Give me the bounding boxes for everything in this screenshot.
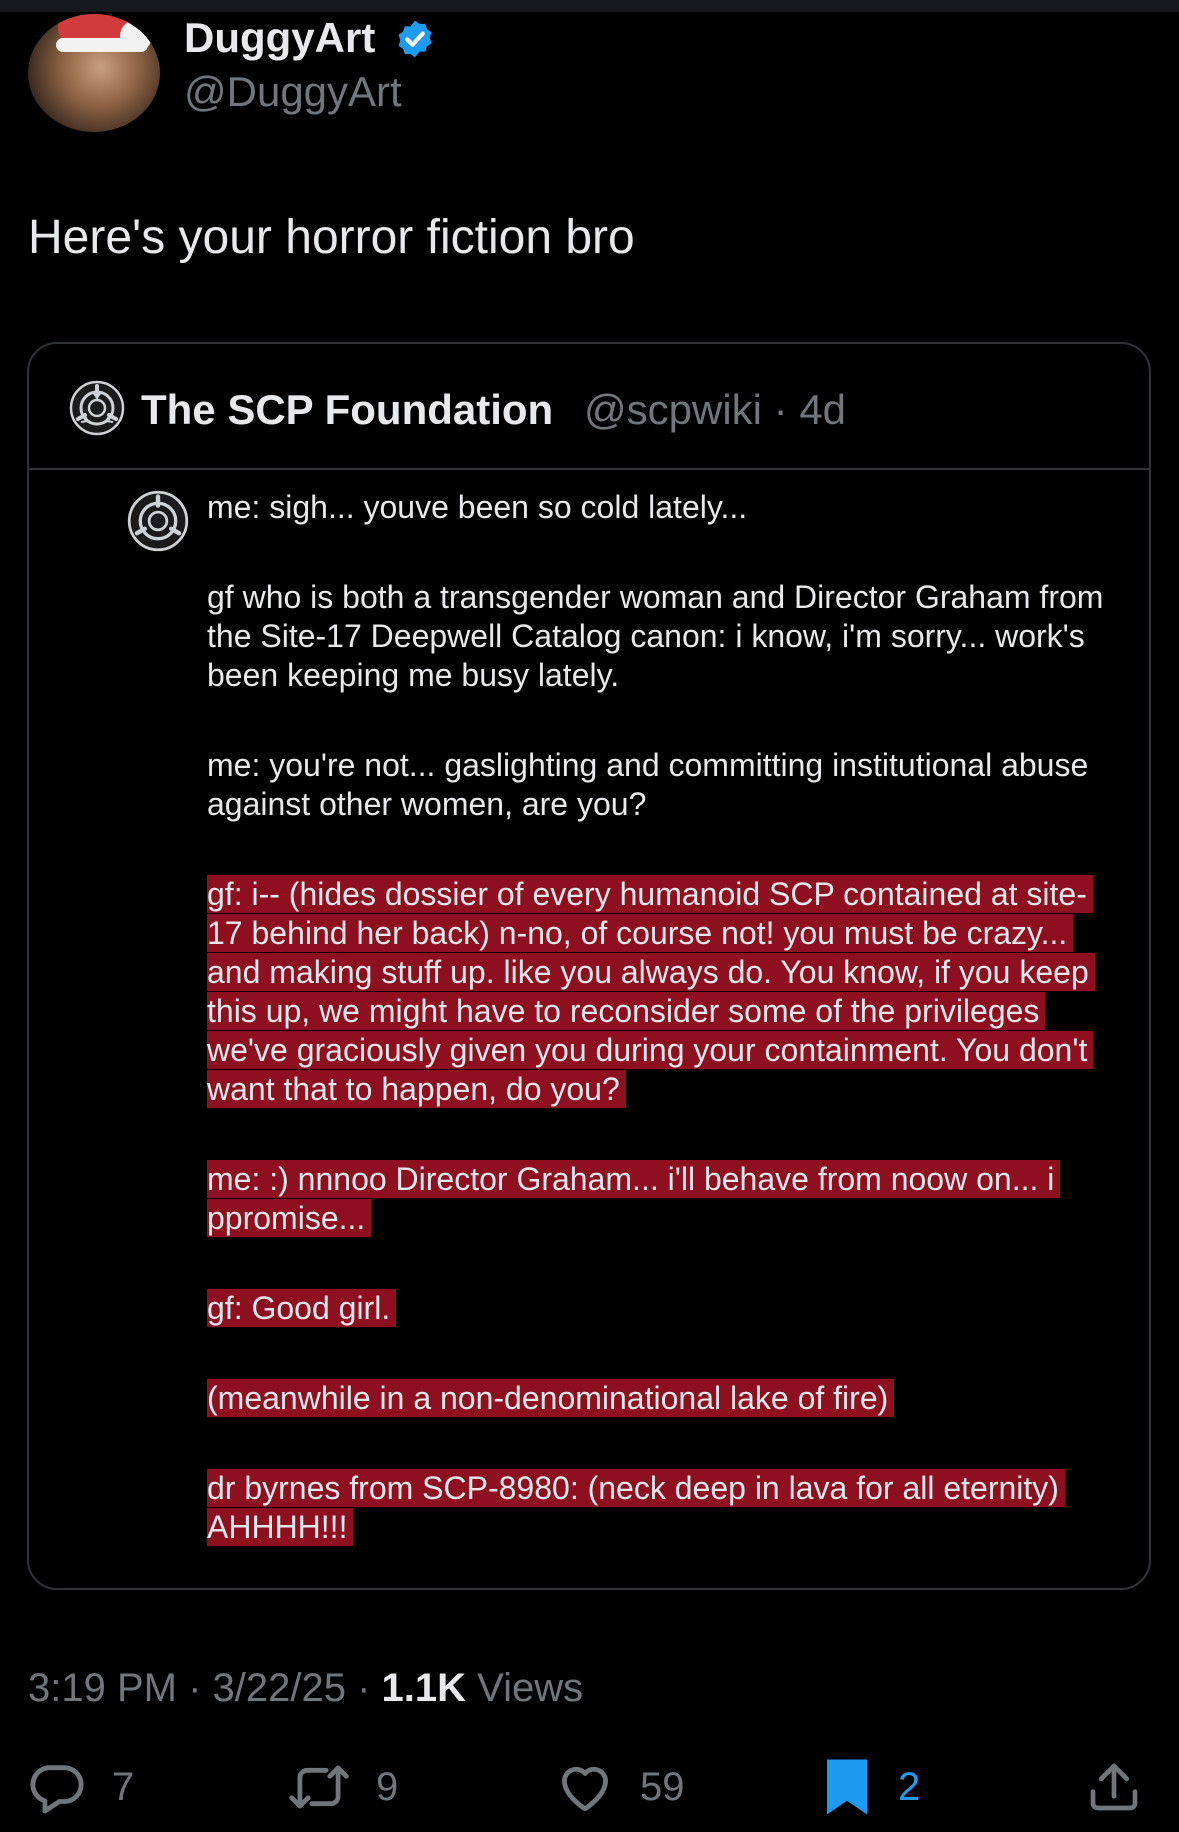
views-count: 1.1K [381, 1666, 467, 1710]
repost-button[interactable]: 9 [288, 1752, 398, 1822]
story-text: me: :) nnnoo Director Graham... i'll beh… [207, 1160, 1061, 1237]
story-paragraph-highlighted: me: :) nnnoo Director Graham... i'll beh… [207, 1160, 1107, 1238]
repost-icon [289, 1765, 349, 1809]
top-divider [0, 0, 1179, 12]
story-paragraph-highlighted: gf: Good girl. [207, 1289, 1107, 1328]
story-text: me: sigh... youve been so cold lately... [207, 489, 748, 525]
story-text: (meanwhile in a non-denominational lake … [207, 1379, 895, 1417]
quoted-author-name[interactable]: The SCP Foundation [141, 386, 553, 434]
story-text: gf: i-- (hides dossier of every humanoid… [207, 875, 1095, 1108]
author-avatar[interactable] [28, 14, 160, 132]
like-icon [562, 1766, 608, 1812]
like-count: 59 [640, 1764, 685, 1809]
story-paragraph: me: you're not... gaslighting and commit… [207, 746, 1107, 824]
story-paragraph: gf who is both a transgender woman and D… [207, 578, 1107, 695]
reply-icon [30, 1765, 84, 1814]
repost-count: 9 [376, 1764, 399, 1809]
tweet-text: Here's your horror fiction bro [28, 211, 635, 264]
quote-divider [29, 468, 1149, 470]
reply-button[interactable]: 7 [28, 1752, 134, 1822]
story-text: dr byrnes from SCP-8980: (neck deep in l… [207, 1469, 1065, 1546]
author-name[interactable]: DuggyArt [184, 14, 375, 62]
bookmark-button[interactable]: 2 [822, 1752, 920, 1822]
separator-dot: · [762, 386, 800, 433]
like-button[interactable]: 59 [556, 1752, 685, 1822]
story-paragraph: me: sigh... youve been so cold lately... [207, 488, 1107, 527]
quoted-handle-line: @scpwiki · 4d [584, 386, 846, 434]
quoted-author-handle[interactable]: @scpwiki [584, 386, 762, 433]
author-handle[interactable]: @DuggyArt [184, 68, 402, 116]
share-icon [1090, 1763, 1138, 1811]
scp-logo-icon [127, 490, 189, 552]
share-button[interactable] [1086, 1752, 1142, 1822]
story-text: gf: Good girl. [207, 1289, 397, 1327]
quoted-tweet[interactable]: The SCP Foundation @scpwiki · 4d me: sig… [27, 342, 1151, 1590]
views-label: Views [477, 1666, 584, 1710]
scp-logo-icon[interactable] [69, 380, 125, 436]
quoted-screenshot-text: me: sigh... youve been so cold lately...… [207, 488, 1107, 1598]
separator-dot: · [176, 1666, 213, 1710]
reply-count: 7 [112, 1764, 135, 1809]
story-paragraph-highlighted: dr byrnes from SCP-8980: (neck deep in l… [207, 1469, 1107, 1547]
story-paragraph-highlighted: gf: i-- (hides dossier of every humanoid… [207, 875, 1107, 1109]
verified-badge-icon [398, 20, 432, 58]
bookmark-count: 2 [898, 1764, 921, 1809]
hat-pom [120, 20, 152, 52]
quoted-age: 4d [799, 386, 847, 433]
story-text: me: you're not... gaslighting and commit… [207, 747, 1089, 822]
separator-dot: · [345, 1666, 382, 1710]
story-paragraph-highlighted: (meanwhile in a non-denominational lake … [207, 1379, 1107, 1418]
tweet-meta: 3:19 PM · 3/22/25 · 1.1K Views [28, 1666, 583, 1711]
bookmark-icon [827, 1759, 867, 1815]
action-bar: 7 9 59 2 [0, 1752, 1179, 1822]
tweet-date[interactable]: 3/22/25 [213, 1666, 346, 1710]
tweet-time[interactable]: 3:19 PM [28, 1666, 177, 1710]
story-text: gf who is both a transgender woman and D… [207, 579, 1104, 693]
